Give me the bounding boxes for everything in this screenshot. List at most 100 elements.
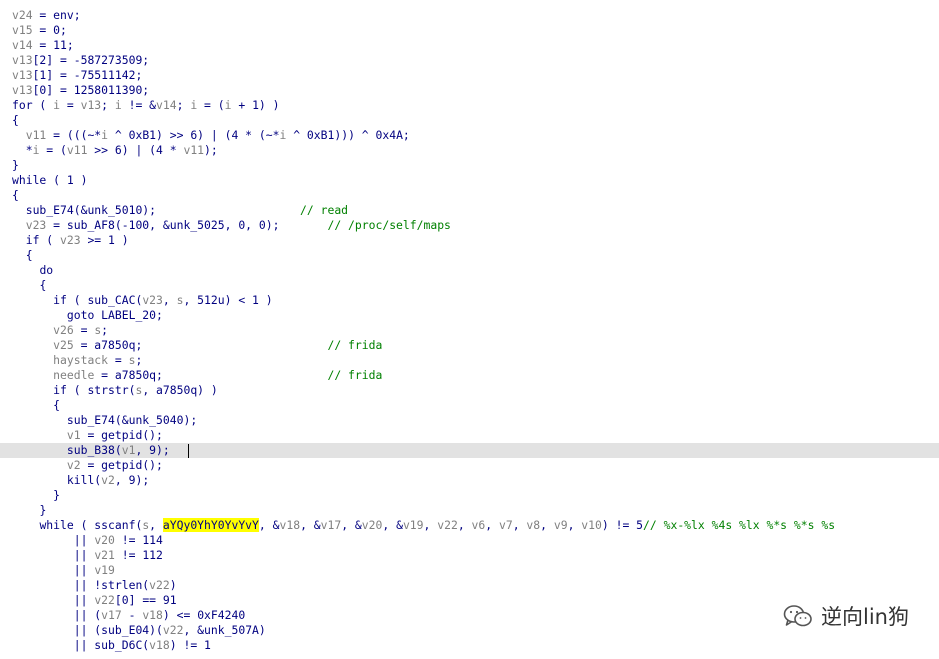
code-line[interactable]: v15 = 0; xyxy=(12,23,939,38)
identifier[interactable]: v17 xyxy=(321,518,342,532)
code-line[interactable]: v1 = getpid(); xyxy=(12,428,939,443)
code-line[interactable]: || v19 xyxy=(12,563,939,578)
code-line-current[interactable]: sub_B38(v1, 9); xyxy=(0,443,939,458)
code-line[interactable]: v23 = sub_AF8(-100, &unk_5025, 0, 0); //… xyxy=(12,218,939,233)
code-line[interactable]: || v21 != 112 xyxy=(12,548,939,563)
code-line[interactable]: } xyxy=(12,158,939,173)
code-line[interactable]: || v20 != 114 xyxy=(12,533,939,548)
highlighted-identifier[interactable]: aYQy0YhY0YvYvY xyxy=(162,518,259,532)
identifier[interactable]: v1 xyxy=(122,443,136,457)
identifier[interactable]: i xyxy=(115,98,122,112)
identifier[interactable]: i xyxy=(225,98,232,112)
code-line[interactable]: } xyxy=(12,488,939,503)
identifier[interactable]: v13 xyxy=(12,53,33,67)
identifier[interactable]: v17 xyxy=(101,608,122,622)
code-line[interactable]: v13[2] = -587273509; xyxy=(12,53,939,68)
identifier[interactable]: v22 xyxy=(437,518,458,532)
code-line[interactable]: || !strlen(v22) xyxy=(12,578,939,593)
identifier[interactable]: v20 xyxy=(362,518,383,532)
code-token: >= 1 ) xyxy=(80,233,129,247)
code-token: ); xyxy=(204,143,218,157)
identifier[interactable]: v25 xyxy=(53,338,74,352)
code-line[interactable]: v2 = getpid(); xyxy=(12,458,939,473)
identifier[interactable]: v22 xyxy=(149,578,170,592)
identifier[interactable]: v13 xyxy=(12,83,33,97)
code-line[interactable]: *i = (v11 >> 6) | (4 * v11); xyxy=(12,143,939,158)
code-line[interactable]: goto LABEL_20; xyxy=(12,308,939,323)
identifier[interactable]: v19 xyxy=(94,563,115,577)
identifier[interactable]: v9 xyxy=(554,518,568,532)
identifier[interactable]: v2 xyxy=(101,473,115,487)
comment: // frida xyxy=(327,368,383,382)
identifier[interactable]: v26 xyxy=(53,323,74,337)
identifier[interactable]: v14 xyxy=(12,38,33,52)
identifier[interactable]: v13 xyxy=(81,98,102,112)
code-line[interactable]: v13[0] = 1258011390; xyxy=(12,83,939,98)
identifier[interactable]: i xyxy=(101,128,108,142)
identifier[interactable]: v21 xyxy=(94,548,115,562)
identifier[interactable]: v19 xyxy=(403,518,424,532)
code-line[interactable]: if ( sub_CAC(v23, s, 512u) < 1 ) xyxy=(12,293,939,308)
identifier[interactable]: v7 xyxy=(499,518,513,532)
code-line[interactable]: } xyxy=(12,503,939,518)
identifier[interactable]: v11 xyxy=(183,143,204,157)
identifier[interactable]: v23 xyxy=(26,218,47,232)
code-line[interactable]: while ( 1 ) xyxy=(12,173,939,188)
code-line[interactable]: sub_E74(&unk_5040); xyxy=(12,413,939,428)
identifier[interactable]: v8 xyxy=(526,518,540,532)
identifier[interactable]: v2 xyxy=(67,458,81,472)
identifier[interactable]: v20 xyxy=(94,533,115,547)
code-token: || !strlen( xyxy=(73,578,150,592)
identifier[interactable]: v24 xyxy=(12,8,33,22)
identifier[interactable]: v11 xyxy=(26,128,47,142)
code-line[interactable]: { xyxy=(12,398,939,413)
code-token: = a7850q; xyxy=(73,338,328,352)
identifier[interactable]: v18 xyxy=(149,638,170,652)
code-token: , xyxy=(149,518,163,532)
code-line[interactable]: { xyxy=(12,188,939,203)
code-line[interactable]: v13[1] = -75511142; xyxy=(12,68,939,83)
code-line[interactable]: v25 = a7850q; // frida xyxy=(12,338,939,353)
code-line[interactable]: v11 = (((~*i ^ 0xB1) >> 6) | (4 * (~*i ^… xyxy=(12,128,939,143)
identifier[interactable]: v14 xyxy=(156,98,177,112)
identifier[interactable]: v18 xyxy=(279,518,300,532)
identifier[interactable]: v1 xyxy=(67,428,81,442)
identifier[interactable]: haystack xyxy=(53,353,108,367)
code-line[interactable]: do xyxy=(12,263,939,278)
code-line[interactable]: v24 = env; xyxy=(12,8,939,23)
identifier[interactable]: v22 xyxy=(94,593,115,607)
identifier[interactable]: v11 xyxy=(67,143,88,157)
identifier[interactable]: v23 xyxy=(142,293,163,307)
identifier[interactable]: v18 xyxy=(142,608,163,622)
identifier[interactable]: v6 xyxy=(472,518,486,532)
identifier[interactable]: i xyxy=(53,98,60,112)
identifier[interactable]: v10 xyxy=(581,518,602,532)
code-token: , xyxy=(457,518,472,532)
identifier[interactable]: v22 xyxy=(163,623,184,637)
pseudocode-view[interactable]: v24 = env; v15 = 0; v14 = 11; v13[2] = -587… xyxy=(0,8,939,653)
code-line[interactable]: haystack = s; xyxy=(12,353,939,368)
code-line[interactable]: { xyxy=(12,113,939,128)
code-line[interactable]: while ( sscanf(s, aYQy0YhY0YvYvY, &v18, … xyxy=(12,518,939,533)
code-line[interactable]: kill(v2, 9); xyxy=(12,473,939,488)
identifier[interactable]: v23 xyxy=(60,233,81,247)
code-line[interactable]: needle = a7850q; // frida xyxy=(12,368,939,383)
identifier[interactable]: v15 xyxy=(12,23,33,37)
code-line[interactable]: v14 = 11; xyxy=(12,38,939,53)
code-line[interactable]: v26 = s; xyxy=(12,323,939,338)
code-line[interactable]: || sub_D6C(v18) != 1 xyxy=(12,638,939,653)
code-line[interactable]: { xyxy=(12,278,939,293)
code-line[interactable]: if ( strstr(s, a7850q) ) xyxy=(12,383,939,398)
code-line[interactable]: for ( i = v13; i != &v14; i = (i + 1) ) xyxy=(12,98,939,113)
identifier[interactable]: needle xyxy=(53,368,94,382)
identifier[interactable]: v13 xyxy=(12,68,33,82)
code-line[interactable]: sub_E74(&unk_5010); // read xyxy=(12,203,939,218)
code-token: , xyxy=(512,518,527,532)
code-line[interactable]: if ( v23 >= 1 ) xyxy=(12,233,939,248)
code-token: = env; xyxy=(32,8,81,22)
code-line[interactable]: { xyxy=(12,248,939,263)
